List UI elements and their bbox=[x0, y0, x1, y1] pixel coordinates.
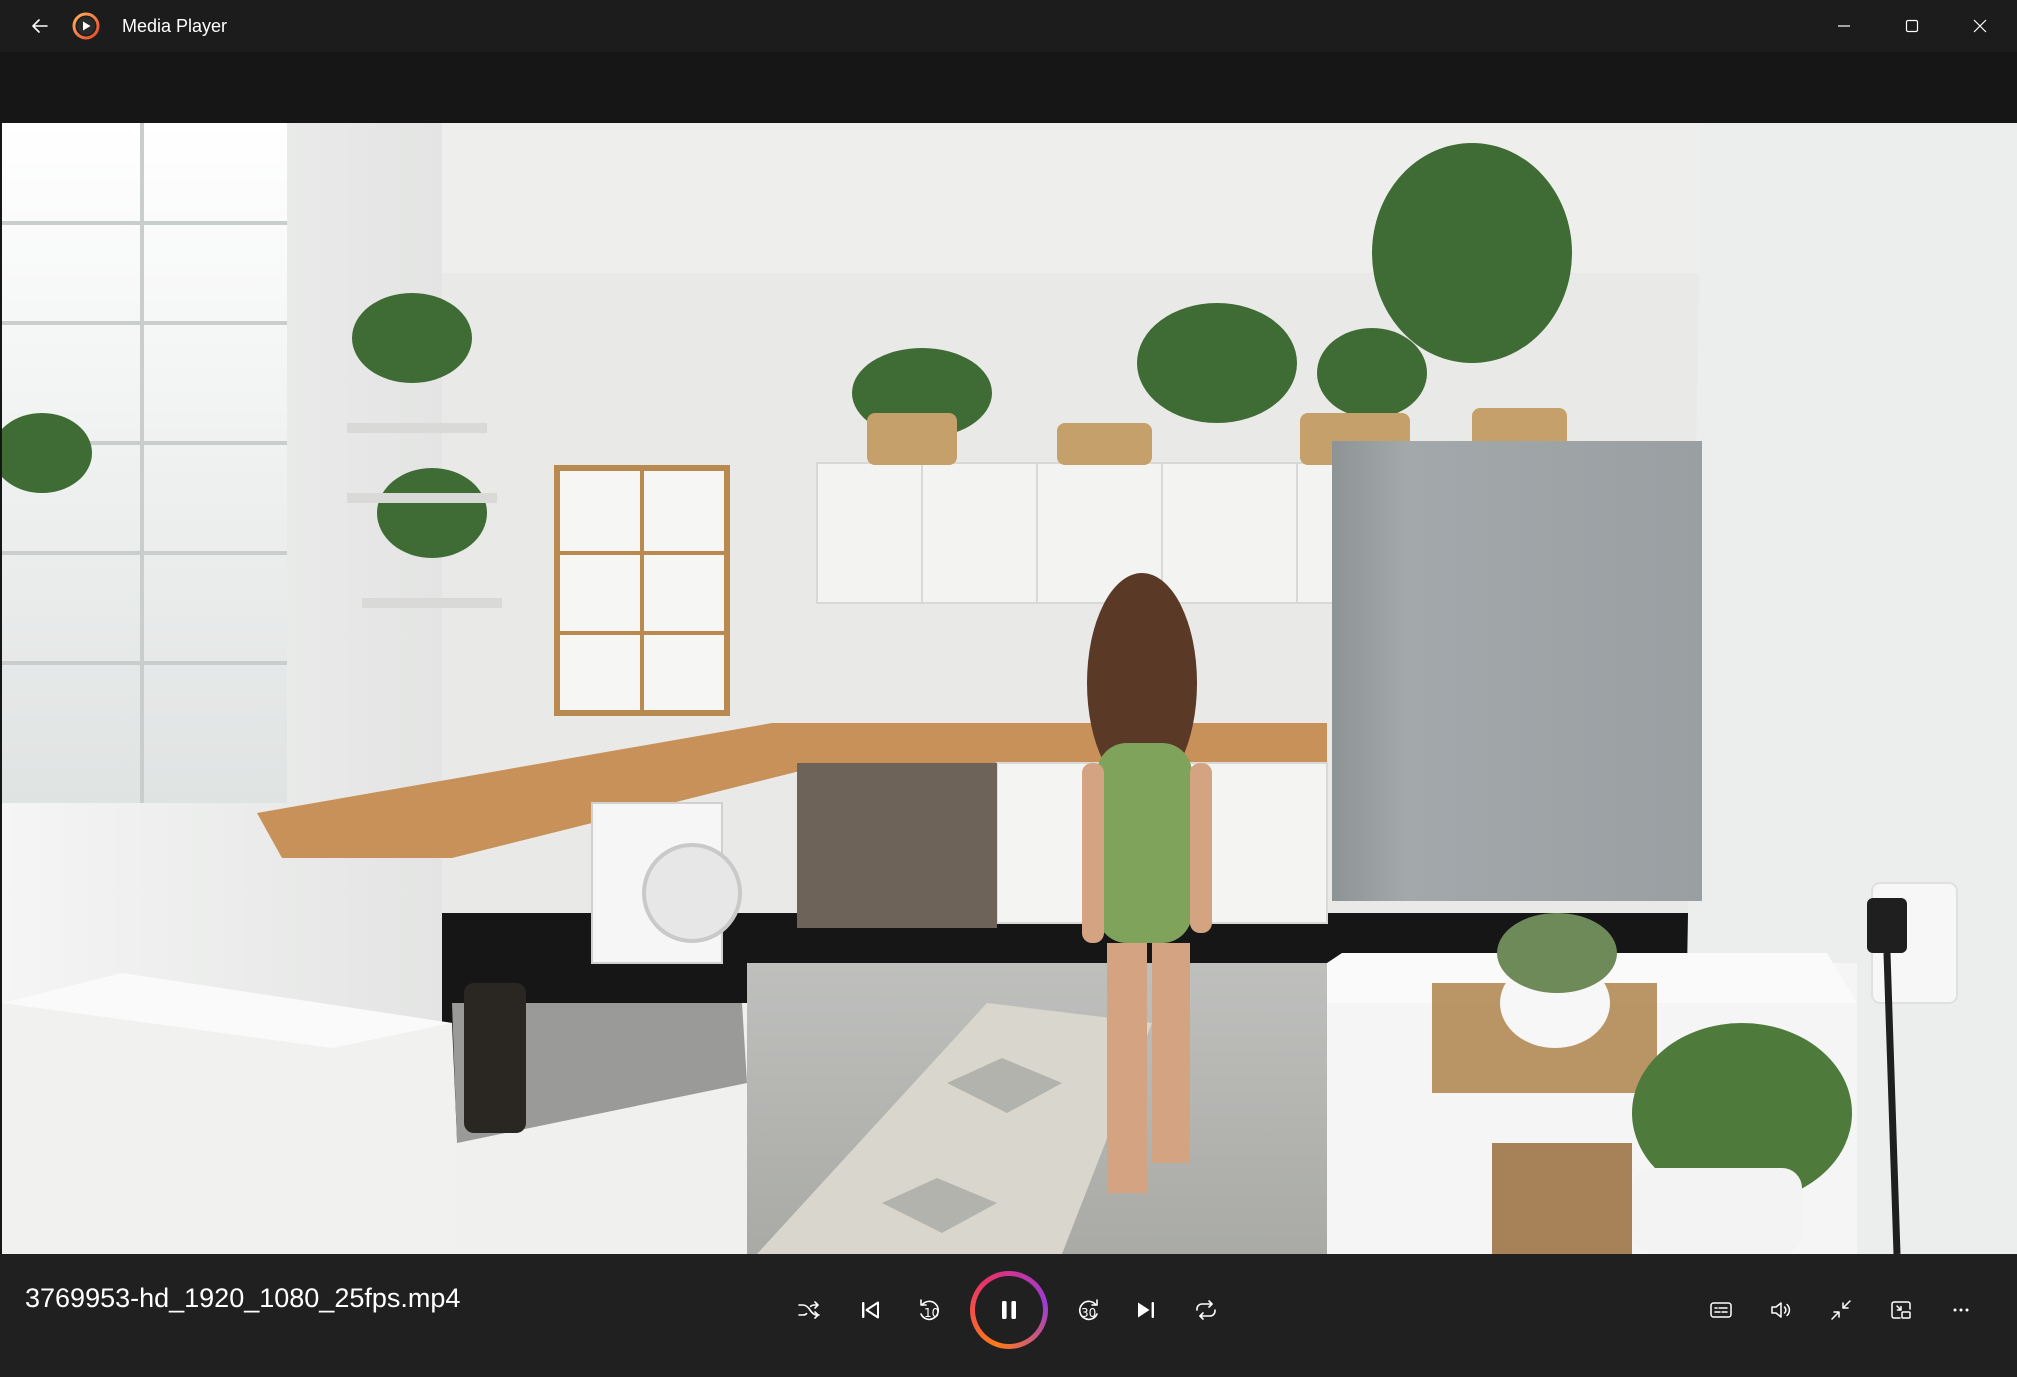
exit-fullscreen-button[interactable] bbox=[1817, 1286, 1865, 1334]
play-pause-inner bbox=[975, 1276, 1043, 1344]
playback-control-bar: 3769953-hd_1920_1080_25fps.mp4 10 30 bbox=[0, 1254, 2017, 1377]
app-title: Media Player bbox=[122, 16, 228, 36]
video-still-kitchen bbox=[2, 123, 2017, 1254]
close-icon bbox=[1973, 19, 1987, 33]
shuffle-icon bbox=[798, 1301, 820, 1319]
previous-track-icon bbox=[862, 1301, 879, 1319]
exit-fullscreen-icon bbox=[1831, 1300, 1851, 1320]
minimize-icon bbox=[1838, 25, 1850, 27]
volume-button[interactable] bbox=[1757, 1286, 1805, 1334]
maximize-icon bbox=[1905, 19, 1919, 33]
pause-icon bbox=[1002, 1301, 1016, 1319]
shuffle-button[interactable] bbox=[785, 1286, 833, 1334]
media-player-logo bbox=[72, 12, 100, 40]
close-button[interactable] bbox=[1946, 0, 2014, 52]
play-pause-button[interactable] bbox=[970, 1271, 1048, 1349]
file-name: 3769953-hd_1920_1080_25fps.mp4 bbox=[25, 1283, 461, 1313]
repeat-icon bbox=[1196, 1300, 1216, 1320]
mini-player-icon bbox=[1891, 1301, 1911, 1319]
maximize-button[interactable] bbox=[1878, 0, 1946, 52]
video-area[interactable] bbox=[0, 52, 2017, 1254]
more-options-icon bbox=[1953, 1308, 1969, 1312]
skip-back-seconds: 10 bbox=[924, 1306, 940, 1320]
subtitles-icon bbox=[1710, 1302, 1732, 1318]
title-bar: Media Player bbox=[0, 0, 2017, 52]
mini-player-button[interactable] bbox=[1877, 1286, 1925, 1334]
previous-button[interactable] bbox=[846, 1286, 894, 1334]
minimize-button[interactable] bbox=[1810, 0, 1878, 52]
back-arrow-icon bbox=[32, 19, 48, 33]
back-button[interactable] bbox=[22, 8, 58, 44]
next-track-icon bbox=[1138, 1302, 1154, 1318]
next-button[interactable] bbox=[1122, 1286, 1170, 1334]
subtitles-button[interactable] bbox=[1697, 1286, 1745, 1334]
skip-forward-button[interactable]: 30 bbox=[1064, 1286, 1112, 1334]
more-options-button[interactable] bbox=[1937, 1286, 1985, 1334]
repeat-button[interactable] bbox=[1182, 1286, 1230, 1334]
video-frame[interactable] bbox=[2, 123, 2017, 1254]
skip-back-button[interactable]: 10 bbox=[906, 1286, 954, 1334]
skip-forward-seconds: 30 bbox=[1081, 1306, 1097, 1320]
volume-icon bbox=[1771, 1302, 1791, 1318]
